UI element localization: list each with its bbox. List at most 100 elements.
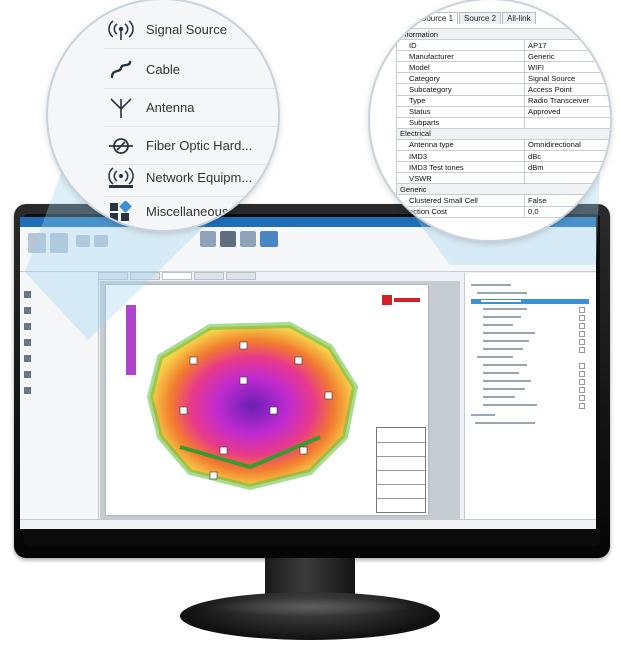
section-title: Electrical: [396, 127, 610, 140]
library-item-label: Fiber Optic Hard...: [146, 138, 253, 153]
property-row[interactable]: Subcategory Access Point: [396, 83, 610, 96]
property-row[interactable]: ID AP17: [396, 39, 610, 52]
library-item-label: Antenna: [146, 100, 195, 115]
tree-row[interactable]: [471, 291, 589, 296]
property-row[interactable]: Model WIFI: [396, 61, 610, 74]
document-tab[interactable]: [130, 272, 160, 280]
library-item[interactable]: [24, 387, 94, 396]
property-key: Subcategory: [396, 83, 525, 96]
coverage-heatmap[interactable]: [120, 297, 380, 497]
property-key: nction Cost: [396, 205, 525, 218]
ribbon-button[interactable]: [76, 235, 90, 247]
section-title: Generic: [396, 183, 610, 196]
property-value[interactable]: AP17: [524, 39, 610, 52]
tree-row[interactable]: [471, 421, 589, 426]
tree-row[interactable]: [471, 403, 589, 409]
property-row[interactable]: nction Cost 0,0: [396, 205, 610, 218]
properties-magnifier: Source 1 Source 2 All-link Information ID A…: [370, 0, 610, 240]
property-row[interactable]: Subparts: [396, 116, 610, 129]
property-key: Clustered Small Cell: [396, 194, 525, 207]
library-item[interactable]: [24, 323, 94, 332]
ribbon-button[interactable]: [260, 231, 278, 247]
tree-row[interactable]: [471, 347, 589, 353]
property-value[interactable]: False: [524, 194, 610, 207]
library-item[interactable]: [24, 307, 94, 316]
section-header-information[interactable]: Information: [396, 27, 610, 41]
tree-row[interactable]: [471, 379, 589, 385]
document-tab[interactable]: [226, 272, 256, 280]
property-row[interactable]: Status Approved: [396, 105, 610, 118]
library-item-label: Signal Source: [146, 22, 227, 37]
property-key: Subparts: [396, 116, 525, 129]
library-item[interactable]: [24, 371, 94, 380]
section-header-electrical[interactable]: Electrical: [396, 127, 610, 140]
company-logo: [382, 295, 420, 305]
tree-row[interactable]: [471, 387, 589, 393]
library-item[interactable]: [24, 339, 94, 348]
library-item-signal-source[interactable]: Signal Source: [104, 12, 278, 48]
property-value[interactable]: [524, 116, 610, 129]
tree-row[interactable]: [471, 395, 589, 401]
property-value[interactable]: dBm: [524, 161, 610, 174]
fiber-optic-icon: [109, 138, 133, 154]
property-value[interactable]: Omnidirectional: [524, 138, 610, 152]
library-item[interactable]: [24, 291, 94, 300]
status-bar: [20, 519, 596, 529]
property-row[interactable]: Antenna type Omnidirectional: [396, 138, 610, 152]
property-key: Category: [396, 72, 525, 85]
document-tabs: [98, 272, 398, 280]
property-row[interactable]: Category Signal Source: [396, 72, 610, 85]
tree-row[interactable]: [471, 323, 589, 329]
property-row[interactable]: IMD3 dBc: [396, 150, 610, 163]
ribbon-button[interactable]: [220, 231, 236, 247]
property-value[interactable]: [524, 172, 610, 185]
section-title: Information: [396, 27, 610, 41]
property-key: Status: [396, 105, 525, 118]
property-value[interactable]: Radio Transceiver: [524, 94, 610, 107]
section-header-generic[interactable]: Generic: [396, 183, 610, 196]
tree-row[interactable]: [471, 339, 589, 345]
property-value[interactable]: Signal Source: [524, 72, 610, 85]
property-row[interactable]: Manufacturer Generic: [396, 50, 610, 63]
tab-source-2[interactable]: Source 2: [459, 12, 502, 24]
library-item-antenna[interactable]: Antenna »: [104, 90, 278, 126]
property-row[interactable]: Clustered Small Cell False: [396, 194, 610, 207]
ribbon-button[interactable]: [240, 231, 256, 247]
library-item-fiber-optic[interactable]: Fiber Optic Hard... »: [104, 128, 278, 164]
library-item-network-equipment[interactable]: Network Equipm... »: [104, 160, 278, 196]
property-value[interactable]: Generic: [524, 50, 610, 63]
property-value[interactable]: 0,0: [524, 205, 610, 218]
property-row[interactable]: VSWR: [396, 172, 610, 185]
tree-row[interactable]: [471, 363, 589, 369]
tree-row[interactable]: [471, 331, 589, 337]
tree-row[interactable]: [471, 315, 589, 321]
property-row[interactable]: IMD3 Test tones dBm: [396, 161, 610, 174]
ribbon-button[interactable]: [50, 233, 68, 253]
library-item-miscellaneous[interactable]: Miscellaneous »: [104, 194, 278, 230]
tree-row-selected[interactable]: [471, 299, 589, 304]
document-tab[interactable]: [162, 272, 192, 280]
library-item[interactable]: [24, 355, 94, 364]
miscellaneous-icon: [110, 201, 132, 221]
tree-row[interactable]: [471, 355, 589, 360]
ribbon-button[interactable]: [200, 231, 216, 247]
property-value[interactable]: Approved: [524, 105, 610, 118]
property-value[interactable]: WIFI: [524, 61, 610, 74]
tab-source-1[interactable]: Source 1: [416, 12, 459, 24]
library-magnifier: Signal Source Cable » Antenna »: [48, 0, 278, 230]
tree-row[interactable]: [471, 283, 589, 288]
property-value[interactable]: Access Point: [524, 83, 610, 96]
tree-row[interactable]: [471, 307, 589, 313]
monitor-base-highlight: [205, 598, 415, 616]
library-item-cable[interactable]: Cable »: [104, 52, 278, 88]
ribbon-button[interactable]: [28, 233, 46, 253]
tab-all-link[interactable]: All-link: [502, 12, 536, 24]
tree-row[interactable]: [471, 371, 589, 377]
ribbon-button[interactable]: [94, 235, 108, 247]
tree-row[interactable]: [471, 413, 589, 418]
network-equipment-icon: [108, 167, 134, 188]
property-row[interactable]: Type Radio Transceiver: [396, 94, 610, 107]
document-tab[interactable]: [98, 272, 128, 280]
document-tab[interactable]: [194, 272, 224, 280]
property-value[interactable]: dBc: [524, 150, 610, 163]
